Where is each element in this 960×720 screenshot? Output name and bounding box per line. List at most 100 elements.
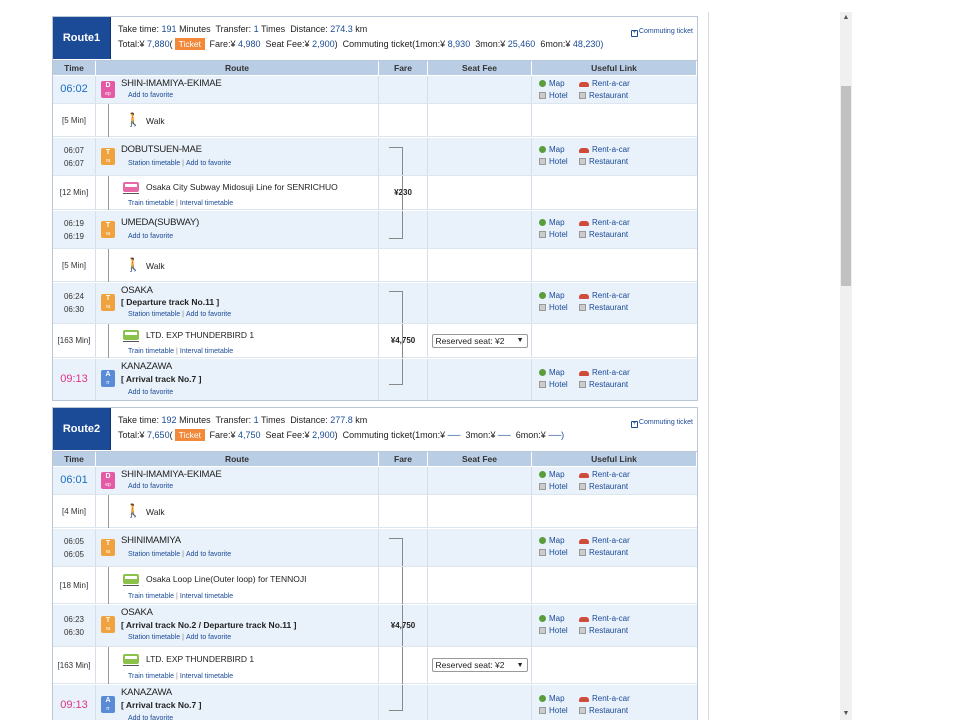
commuting-ticket-link[interactable]: + Commuting ticket <box>630 419 693 428</box>
rent-a-car-link[interactable]: Rent-a-car <box>579 291 630 300</box>
restaurant-link[interactable]: Restaurant <box>579 548 628 557</box>
add-favorite-link[interactable]: Add to favorite <box>128 389 173 396</box>
hotel-link[interactable]: Hotel <box>539 482 568 491</box>
restaurant-link[interactable]: Restaurant <box>579 482 628 491</box>
hotel-link[interactable]: Hotel <box>539 380 568 389</box>
map-link[interactable]: Map <box>539 291 565 300</box>
restaurant-link[interactable]: Restaurant <box>579 303 628 312</box>
hotel-link[interactable]: Hotel <box>539 548 568 557</box>
hotel-link[interactable]: Hotel <box>539 626 568 635</box>
route-2-card: Route2 Take time: 192 Minutes Transfer: … <box>52 407 698 720</box>
map-icon <box>539 471 546 478</box>
station-timetable-link[interactable]: Station timetable <box>128 634 180 641</box>
station-name[interactable]: SHIN-IMAMIYA-EKIMAE <box>121 469 222 480</box>
table-row: [5 Min] 🚶 Walk <box>53 248 697 283</box>
add-favorite-link[interactable]: Add to favorite <box>128 715 173 720</box>
line-name[interactable]: LTD. EXP THUNDERBIRD 1 <box>146 330 254 340</box>
restaurant-link[interactable]: Restaurant <box>579 91 628 100</box>
map-link[interactable]: Map <box>539 218 565 227</box>
route-2-badge[interactable]: Route2 <box>53 408 111 450</box>
line-name[interactable]: Osaka Loop Line(Outer loop) for TENNOJI <box>146 574 306 584</box>
add-favorite-link[interactable]: Add to favorite <box>128 233 173 240</box>
station-timetable-link[interactable]: Station timetable <box>128 551 180 558</box>
seat-type-select[interactable]: Reserved seat: ¥2 ▼ <box>431 333 528 348</box>
scrollbar[interactable]: ▲ ▼ <box>840 12 852 720</box>
station-name[interactable]: DOBUTSUEN-MAE <box>121 144 202 155</box>
interval-timetable-link[interactable]: Interval timetable <box>180 593 233 600</box>
station-name[interactable]: KANAZAWA <box>121 687 172 698</box>
map-link[interactable]: Map <box>539 145 565 154</box>
track-info: [ Arrival track No.7 ] <box>121 374 202 384</box>
departure-icon: Dep <box>101 472 115 489</box>
scrollbar-thumb[interactable] <box>841 86 851 286</box>
hotel-link[interactable]: Hotel <box>539 157 568 166</box>
hotel-icon <box>539 707 546 714</box>
station-name[interactable]: SHINIMAMIYA <box>121 535 181 546</box>
station-name[interactable]: OSAKA <box>121 285 153 296</box>
add-favorite-link[interactable]: Add to favorite <box>128 483 173 490</box>
restaurant-link[interactable]: Restaurant <box>579 157 628 166</box>
interval-timetable-link[interactable]: Interval timetable <box>180 348 233 355</box>
add-favorite-link[interactable]: Add to favorite <box>128 92 173 99</box>
restaurant-icon <box>579 549 586 556</box>
train-timetable-link[interactable]: Train timetable <box>128 200 174 207</box>
rent-a-car-link[interactable]: Rent-a-car <box>579 79 630 88</box>
interval-timetable-link[interactable]: Interval timetable <box>180 200 233 207</box>
rent-a-car-link[interactable]: Rent-a-car <box>579 470 630 479</box>
table-row: [4 Min] 🚶 Walk <box>53 494 697 529</box>
add-favorite-link[interactable]: Add to favorite <box>186 160 231 167</box>
station-name[interactable]: SHIN-IMAMIYA-EKIMAE <box>121 78 222 89</box>
interval-timetable-link[interactable]: Interval timetable <box>180 673 233 680</box>
rent-a-car-link[interactable]: Rent-a-car <box>579 368 630 377</box>
restaurant-link[interactable]: Restaurant <box>579 230 628 239</box>
map-icon <box>539 146 546 153</box>
map-link[interactable]: Map <box>539 536 565 545</box>
station-timetable-link[interactable]: Station timetable <box>128 160 180 167</box>
rent-a-car-link[interactable]: Rent-a-car <box>579 145 630 154</box>
route-1-summary-line-2: Total:¥ 7,880(Ticket Fare:¥ 4,980 Seat F… <box>118 38 604 50</box>
station-name[interactable]: OSAKA <box>121 607 153 618</box>
restaurant-link[interactable]: Restaurant <box>579 626 628 635</box>
rent-a-car-link[interactable]: Rent-a-car <box>579 694 630 703</box>
subway-icon <box>123 182 139 194</box>
train-timetable-link[interactable]: Train timetable <box>128 593 174 600</box>
train-timetable-link[interactable]: Train timetable <box>128 348 174 355</box>
hotel-link[interactable]: Hotel <box>539 303 568 312</box>
map-link[interactable]: Map <box>539 368 565 377</box>
station-timetable-link[interactable]: Station timetable <box>128 311 180 318</box>
station-name[interactable]: UMEDA(SUBWAY) <box>121 217 199 228</box>
seat-type-select[interactable]: Reserved seat: ¥2 ▼ <box>431 658 528 672</box>
add-favorite-link[interactable]: Add to favorite <box>186 311 231 318</box>
add-favorite-link[interactable]: Add to favorite <box>186 551 231 558</box>
ticket-badge[interactable]: Ticket <box>174 429 205 441</box>
table-header: Time Route Fare Seat Fee Useful Link <box>53 61 697 75</box>
restaurant-link[interactable]: Restaurant <box>579 706 628 715</box>
rent-a-car-link[interactable]: Rent-a-car <box>579 614 630 623</box>
map-link[interactable]: Map <box>539 79 565 88</box>
scroll-up-icon[interactable]: ▲ <box>842 14 850 22</box>
table-row: 06:24 06:30 Tra OSAKA [ Departure track N… <box>53 282 697 324</box>
track-info: [ Arrival track No.2 / Departure track N… <box>121 620 297 630</box>
add-favorite-link[interactable]: Add to favorite <box>186 634 231 641</box>
dropdown-arrow-icon: ▼ <box>516 337 524 344</box>
map-link[interactable]: Map <box>539 694 565 703</box>
rent-a-car-link[interactable]: Rent-a-car <box>579 536 630 545</box>
hotel-link[interactable]: Hotel <box>539 91 568 100</box>
route-1-badge[interactable]: Route1 <box>53 17 111 59</box>
map-link[interactable]: Map <box>539 614 565 623</box>
table-row: 06:05 06:05 Tra SHINIMAMIYA Station timet… <box>53 528 697 567</box>
hotel-link[interactable]: Hotel <box>539 230 568 239</box>
hotel-link[interactable]: Hotel <box>539 706 568 715</box>
commuting-ticket-link[interactable]: + Commuting ticket <box>630 28 693 37</box>
line-name[interactable]: LTD. EXP THUNDERBIRD 1 <box>146 654 254 664</box>
map-link[interactable]: Map <box>539 470 565 479</box>
ticket-badge[interactable]: Ticket <box>174 38 205 50</box>
car-icon <box>579 148 589 153</box>
rent-a-car-link[interactable]: Rent-a-car <box>579 218 630 227</box>
table-row: 06:01 Dep SHIN-IMAMIYA-EKIMAE Add to fav… <box>53 466 697 494</box>
scroll-down-icon[interactable]: ▼ <box>842 710 850 718</box>
line-name[interactable]: Osaka City Subway Midosuji Line for SENR… <box>146 182 338 192</box>
train-timetable-link[interactable]: Train timetable <box>128 673 174 680</box>
station-name[interactable]: KANAZAWA <box>121 361 172 372</box>
restaurant-link[interactable]: Restaurant <box>579 380 628 389</box>
